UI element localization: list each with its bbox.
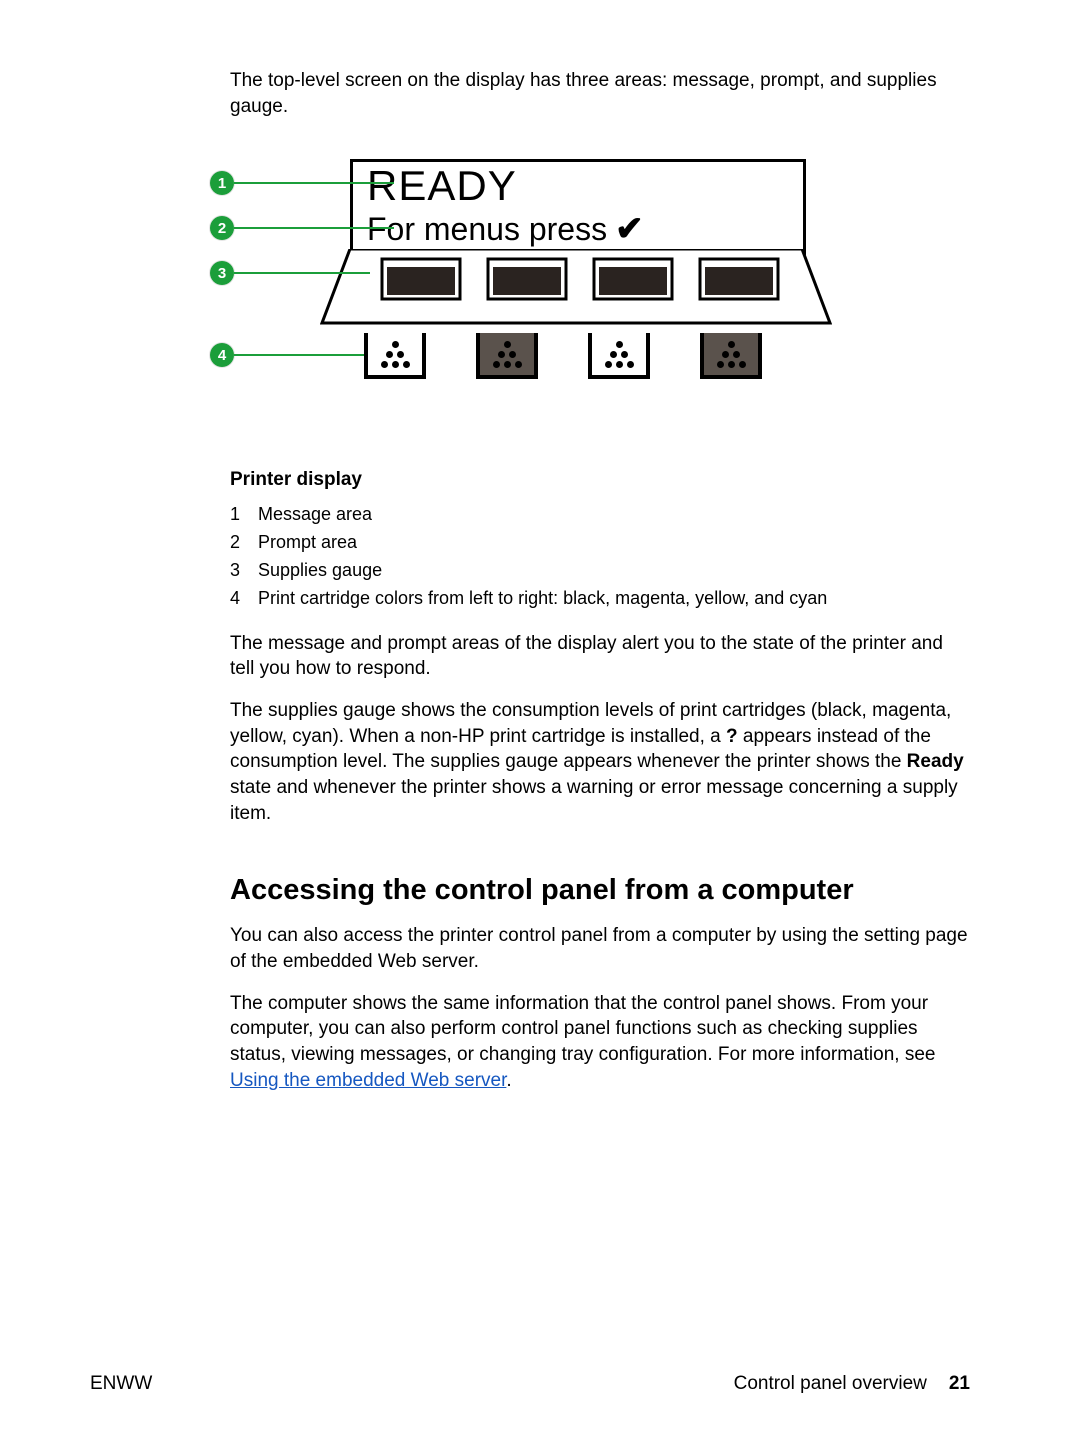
text-span: state and whenever the printer shows a w… (230, 777, 958, 824)
callout-1: 1 (210, 171, 234, 195)
printer-display-diagram: 1 2 3 4 READY For menus press ✔ (210, 151, 970, 421)
caption-text: Message area (258, 501, 372, 529)
caption-num: 2 (230, 529, 258, 557)
caption-row: 3Supplies gauge (230, 557, 970, 585)
cartridge-icon-black (364, 333, 426, 379)
caption-row: 4Print cartridge colors from left to rig… (230, 585, 970, 613)
lcd-prompt-area: For menus press ✔ (353, 210, 803, 248)
leader-line (234, 272, 370, 274)
caption-row: 1Message area (230, 501, 970, 529)
section-heading: Accessing the control panel from a compu… (230, 874, 970, 907)
question-mark-glyph: ? (726, 726, 738, 747)
caption-text: Print cartridge colors from left to righ… (258, 585, 827, 613)
caption-row: 2Prompt area (230, 529, 970, 557)
leader-line (234, 227, 394, 229)
body-paragraph: You can also access the printer control … (230, 923, 970, 974)
page-number: 21 (949, 1373, 970, 1395)
cartridge-color-icons (364, 333, 762, 379)
caption-text: Supplies gauge (258, 557, 382, 585)
lcd-prompt-text: For menus press (367, 210, 607, 248)
embedded-web-server-link[interactable]: Using the embedded Web server (230, 1070, 506, 1091)
caption-title: Printer display (230, 469, 970, 491)
lcd-message-area: READY (353, 162, 803, 210)
footer-section-title: Control panel overview (734, 1373, 927, 1395)
cartridge-icon-magenta (476, 333, 538, 379)
supplies-gauge (320, 249, 832, 325)
ready-state-label: Ready (907, 751, 964, 772)
document-page: The top-level screen on the display has … (0, 0, 1080, 1437)
body-paragraph: The computer shows the same information … (230, 991, 970, 1094)
leader-line (234, 182, 394, 184)
callout-4: 4 (210, 343, 234, 367)
callout-3: 3 (210, 261, 234, 285)
caption-num: 1 (230, 501, 258, 529)
text-span: The computer shows the same information … (230, 993, 935, 1065)
caption-num: 3 (230, 557, 258, 585)
text-span: . (506, 1070, 511, 1091)
callout-2: 2 (210, 216, 234, 240)
caption-num: 4 (230, 585, 258, 613)
caption-text: Prompt area (258, 529, 357, 557)
page-footer: ENWW Control panel overview 21 (90, 1373, 970, 1395)
caption-list: 1Message area 2Prompt area 3Supplies gau… (230, 501, 970, 613)
footer-left: ENWW (90, 1373, 152, 1395)
intro-paragraph: The top-level screen on the display has … (230, 68, 970, 119)
cartridge-icon-yellow (588, 333, 650, 379)
lcd-screen: READY For menus press ✔ (350, 159, 806, 255)
body-paragraph: The supplies gauge shows the consumption… (230, 698, 970, 826)
cartridge-icon-cyan (700, 333, 762, 379)
leader-line (234, 354, 364, 356)
checkmark-icon: ✔ (615, 210, 644, 248)
body-paragraph: The message and prompt areas of the disp… (230, 631, 970, 682)
